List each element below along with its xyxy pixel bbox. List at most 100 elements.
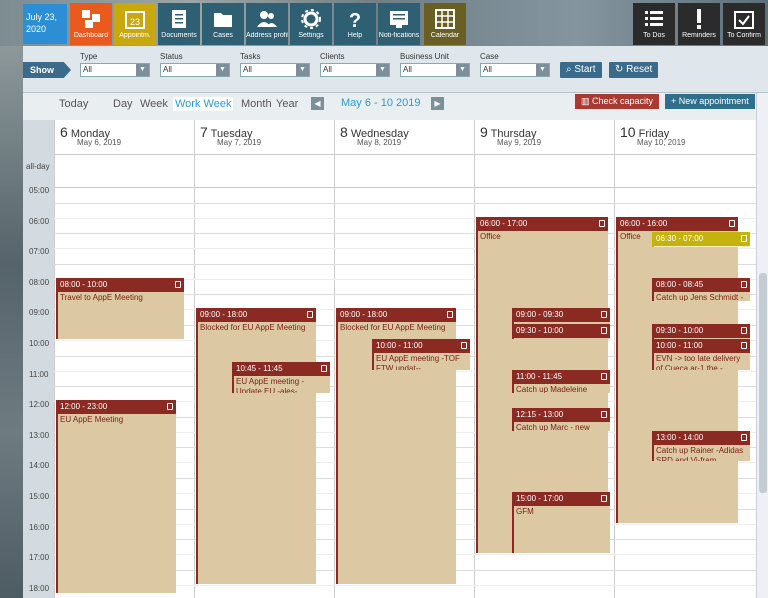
hour-label: 14:00 (29, 461, 50, 471)
appointments-label: Appointm. (119, 32, 151, 39)
appointments-button[interactable]: 23 Appointm. (114, 3, 156, 45)
tasks-filter-select[interactable]: All ▼ (240, 63, 310, 77)
appointment[interactable]: 12:15 - 13:00 Catch up Marc - new (512, 407, 610, 431)
chevron-down-icon: ▼ (296, 64, 309, 76)
vertical-scrollbar[interactable] (756, 93, 768, 598)
day-date: May 6, 2019 (77, 138, 122, 147)
hour-label: 18:00 (29, 583, 50, 593)
day-number: 6 (60, 124, 68, 140)
check-capacity-button[interactable]: ▥ Check capacity (575, 94, 660, 109)
appointment[interactable]: 13:00 - 14:00 Catch up Rainer -Adidas SRD… (652, 430, 750, 462)
case-filter: Case All ▼ (480, 52, 550, 77)
lock-icon (447, 311, 453, 319)
view-month[interactable]: Month (239, 97, 274, 111)
appointment[interactable]: 09:30 - 10:00 (512, 323, 610, 339)
current-date-line2: 2020 (26, 24, 47, 34)
cases-button[interactable]: Cases (202, 3, 244, 45)
appointment[interactable]: 08:00 - 10:00 Travel to AppE Meeting (56, 277, 184, 339)
appointment[interactable]: 15:00 - 17:00 GFM (512, 492, 610, 554)
check-capacity-label: Check capacity (592, 96, 654, 106)
appointment-header: 11:00 - 11:45 (514, 369, 610, 384)
calendar-toolbar: Today Day Week Work Week Month Year ◀ Ma… (23, 93, 756, 120)
next-week-button[interactable]: ▶ (431, 97, 444, 110)
dashboard-icon (82, 10, 100, 28)
business-unit-filter-select[interactable]: All ▼ (400, 63, 470, 77)
calendar-button[interactable]: Calendar (424, 3, 466, 45)
hour-label: 07:00 (29, 247, 50, 257)
day-header[interactable]: 7 Tuesday May 7, 2019 (194, 120, 334, 154)
appointment-time: 08:00 - 08:45 (656, 279, 704, 289)
lock-icon (599, 219, 605, 227)
appointment[interactable]: 09:30 - 10:00 (652, 323, 750, 339)
appointment-time: 09:30 - 10:00 (516, 325, 564, 335)
appointment[interactable]: 08:00 - 08:45 Catch up Jens Schmidt - (652, 277, 750, 301)
view-week[interactable]: Week (138, 97, 170, 111)
day-divider (194, 120, 195, 598)
business-unit-filter-label: Business Unit (400, 52, 449, 61)
appointment[interactable]: 06:30 - 07:00 (652, 231, 750, 248)
new-appointment-button[interactable]: + New appointment (665, 94, 755, 109)
start-button[interactable]: ⌕ Start (560, 62, 602, 78)
status-filter-label: Status (160, 52, 183, 61)
day-number: 9 (480, 124, 488, 140)
view-year[interactable]: Year (274, 97, 300, 111)
chevron-down-icon: ▼ (536, 64, 549, 76)
row-divider (54, 187, 756, 188)
appointment-title: Blocked for EU AppE Meeting (340, 323, 446, 333)
clients-filter-select[interactable]: All ▼ (320, 63, 390, 77)
appointment[interactable]: 10:00 - 11:00 EVN -> too late delivery of… (652, 339, 750, 370)
settings-button[interactable]: Settings (290, 3, 332, 45)
day-header[interactable]: 10 Friday May 10, 2019 (614, 120, 754, 154)
day-divider (614, 120, 615, 598)
prev-week-button[interactable]: ◀ (311, 97, 324, 110)
day-header[interactable]: 8 Wednesday May 8, 2019 (334, 120, 474, 154)
address-profiles-label: Address profiles (246, 32, 288, 39)
help-button[interactable]: ? Help (334, 3, 376, 45)
day-header[interactable]: 9 Thursday May 9, 2019 (474, 120, 614, 154)
appointment[interactable]: 06:00 - 16:00 Office (616, 216, 738, 523)
appointment-time: 11:00 - 11:45 (516, 371, 562, 381)
appointment-header: 12:00 - 23:00 (58, 400, 176, 415)
appointment-time: 09:00 - 18:00 (200, 310, 248, 320)
notifications-button[interactable]: Noti-fications (378, 3, 420, 45)
day-header[interactable]: 6 Monday May 6, 2019 (54, 120, 194, 154)
appointment[interactable]: 11:00 - 11:45 Catch up Madeleine (512, 369, 610, 393)
tasks-filter-value: All (243, 65, 252, 74)
hour-label: 16:00 (29, 522, 50, 532)
lock-icon (167, 403, 173, 411)
reset-label: Reset (626, 64, 653, 75)
view-day[interactable]: Day (111, 97, 135, 111)
show-filters-button[interactable]: Show (23, 62, 71, 78)
current-date-line1: July 23, (26, 12, 58, 22)
reminders-button[interactable]: Reminders (678, 3, 720, 45)
appointment[interactable]: 09:00 - 18:00 Blocked for EU AppE Meeting (196, 308, 316, 584)
to-dos-button[interactable]: To Dos (633, 3, 675, 45)
exclamation-icon (697, 9, 701, 29)
appointment[interactable]: 12:00 - 23:00 EU AppE Meeting (56, 400, 176, 593)
status-filter-select[interactable]: All ▼ (160, 63, 230, 77)
list-icon (645, 11, 663, 26)
type-filter-select[interactable]: All ▼ (80, 63, 150, 77)
svg-text:23: 23 (130, 17, 140, 27)
view-work-week[interactable]: Work Week (173, 97, 234, 111)
appointment-time: 09:00 - 09:30 (516, 310, 564, 320)
appointment[interactable]: 09:00 - 09:30 (512, 308, 610, 324)
appointment-time: 10:45 - 11:45 (236, 363, 283, 373)
appointment-title: EVN -> too late delivery of Cueca ar-1 t… (656, 354, 741, 370)
appointment[interactable]: 10:45 - 11:45 EU AppE meeting - Update EU… (232, 361, 330, 393)
address-profiles-button[interactable]: Address profiles (246, 3, 288, 45)
hour-label: 05:00 (29, 186, 50, 195)
documents-button[interactable]: Documents (158, 3, 200, 45)
reset-button[interactable]: ↻ Reset (609, 62, 659, 78)
day-date: May 10, 2019 (637, 138, 686, 147)
appointment[interactable]: 10:00 - 11:00 EU AppE meeting -TOF FTW up… (372, 339, 470, 370)
to-confirm-button[interactable]: To Confirm (723, 3, 765, 45)
dashboard-button[interactable]: Dashboard (70, 3, 112, 45)
filter-bar: Show Type All ▼ Status All ▼ Tasks All ▼ Cl… (23, 46, 768, 93)
lock-icon (741, 342, 747, 349)
case-filter-select[interactable]: All ▼ (480, 63, 550, 77)
scrollbar-thumb[interactable] (759, 273, 767, 493)
type-filter: Type All ▼ (80, 52, 150, 77)
view-today[interactable]: Today (57, 97, 90, 111)
appointment-header: 08:00 - 08:45 (654, 277, 750, 292)
